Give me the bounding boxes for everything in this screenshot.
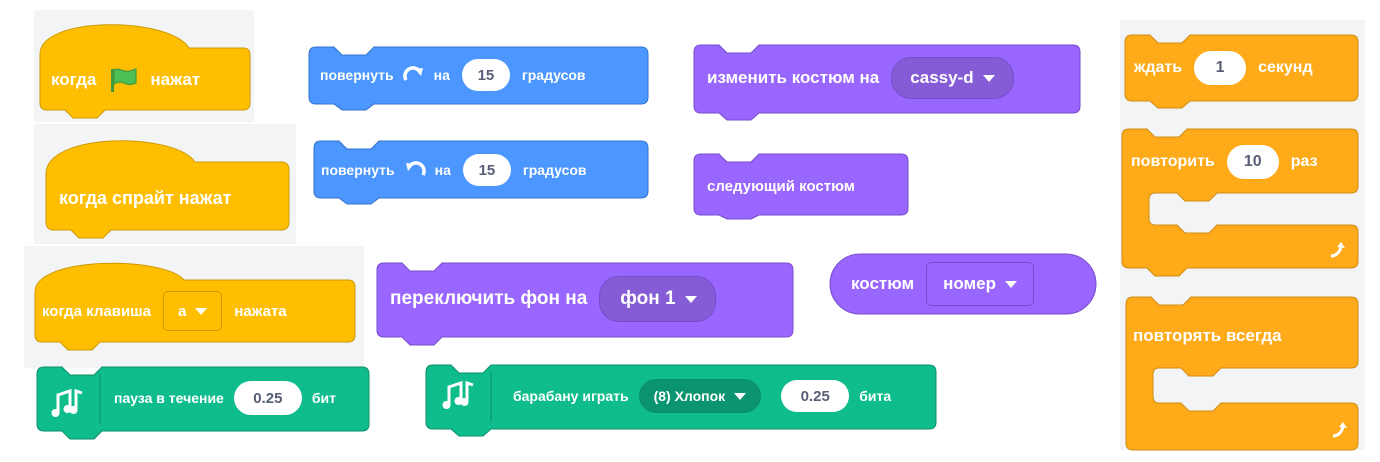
- dropdown-caret-icon: [684, 295, 697, 303]
- dropdown-value: cassy-d: [910, 68, 974, 87]
- beats-input[interactable]: 0.25: [781, 380, 850, 412]
- block-label: на: [433, 67, 450, 83]
- block-label: бита: [859, 388, 892, 404]
- dropdown-caret-icon: [734, 392, 747, 400]
- repeat-count-input[interactable]: 10: [1226, 145, 1279, 179]
- block-label: переключить фон на: [390, 288, 588, 309]
- costume-reporter-block[interactable]: костюм номер: [829, 253, 1097, 315]
- block-label: на: [434, 162, 451, 178]
- key-dropdown[interactable]: a: [163, 291, 223, 331]
- switch-backdrop-block[interactable]: переключить фон на фон 1: [376, 262, 794, 346]
- block-label: когда: [51, 70, 97, 89]
- costume-dropdown[interactable]: cassy-d: [891, 57, 1014, 99]
- green-flag-icon: [108, 67, 138, 93]
- music-notes-icon: [441, 360, 477, 432]
- dropdown-caret-icon: [195, 307, 208, 315]
- seconds-input[interactable]: 1: [1194, 51, 1247, 85]
- dropdown-value: фон 1: [620, 288, 676, 309]
- block-label: повернуть: [320, 67, 394, 83]
- music-rest-block[interactable]: пауза в течение 0.25 бит: [36, 366, 370, 442]
- turn-right-block[interactable]: повернуть на 15 градусов: [308, 46, 649, 111]
- loop-arrow-icon: [1330, 420, 1350, 445]
- dropdown-value: номер: [943, 274, 996, 293]
- block-label: повторить: [1131, 153, 1215, 170]
- block-label: нажата: [234, 302, 287, 320]
- when-sprite-clicked-block[interactable]: когда спрайт нажат: [45, 130, 290, 240]
- block-label: барабану играть: [513, 388, 629, 404]
- rotate-right-icon: [402, 63, 426, 87]
- backdrop-dropdown[interactable]: фон 1: [599, 276, 716, 322]
- block-label: секунд: [1258, 59, 1313, 76]
- degrees-input[interactable]: 15: [462, 154, 511, 186]
- block-label: следующий костюм: [707, 177, 855, 195]
- next-costume-block[interactable]: следующий костюм: [693, 153, 909, 220]
- block-label: когда спрайт нажат: [59, 187, 232, 208]
- dropdown-caret-icon: [982, 74, 995, 82]
- block-label: ждать: [1134, 59, 1183, 76]
- loop-arrow-icon: [1328, 240, 1348, 265]
- dropdown-value: a: [178, 302, 187, 320]
- beats-input[interactable]: 0.25: [233, 381, 302, 415]
- wait-seconds-block[interactable]: ждать 1 секунд: [1124, 34, 1359, 109]
- forever-block[interactable]: повторять всегда: [1125, 296, 1359, 452]
- block-label: градусов: [521, 67, 586, 83]
- turn-left-block[interactable]: повернуть на 15 градусов: [313, 140, 649, 205]
- when-key-pressed-block[interactable]: когда клавиша a нажата: [34, 254, 356, 354]
- repeat-block[interactable]: повторить 10 раз: [1121, 128, 1359, 277]
- block-label: градусов: [522, 162, 587, 178]
- block-label: пауза в течение: [114, 390, 224, 406]
- block-label: нажат: [150, 70, 201, 89]
- block-label: повторять всегда: [1133, 326, 1282, 345]
- degrees-input[interactable]: 15: [461, 59, 510, 91]
- dropdown-caret-icon: [1004, 280, 1017, 288]
- when-flag-clicked-block[interactable]: когда нажат: [39, 14, 251, 119]
- block-label: костюм: [851, 274, 915, 293]
- music-notes-icon: [50, 366, 86, 442]
- costume-attribute-dropdown[interactable]: номер: [926, 262, 1034, 306]
- block-label: повернуть: [321, 162, 395, 178]
- music-drum-block[interactable]: барабану играть (8) Хлопок 0.25 бита: [425, 364, 937, 437]
- block-label: изменить костюм на: [707, 68, 880, 87]
- block-label: бит: [311, 390, 336, 406]
- rotate-left-icon: [403, 158, 427, 182]
- block-label: раз: [1290, 153, 1318, 170]
- drum-dropdown[interactable]: (8) Хлопок: [638, 379, 762, 413]
- dropdown-value: (8) Хлопок: [653, 388, 726, 404]
- switch-costume-block[interactable]: изменить костюм на cassy-d: [693, 44, 1081, 121]
- block-label: когда клавиша: [42, 302, 152, 320]
